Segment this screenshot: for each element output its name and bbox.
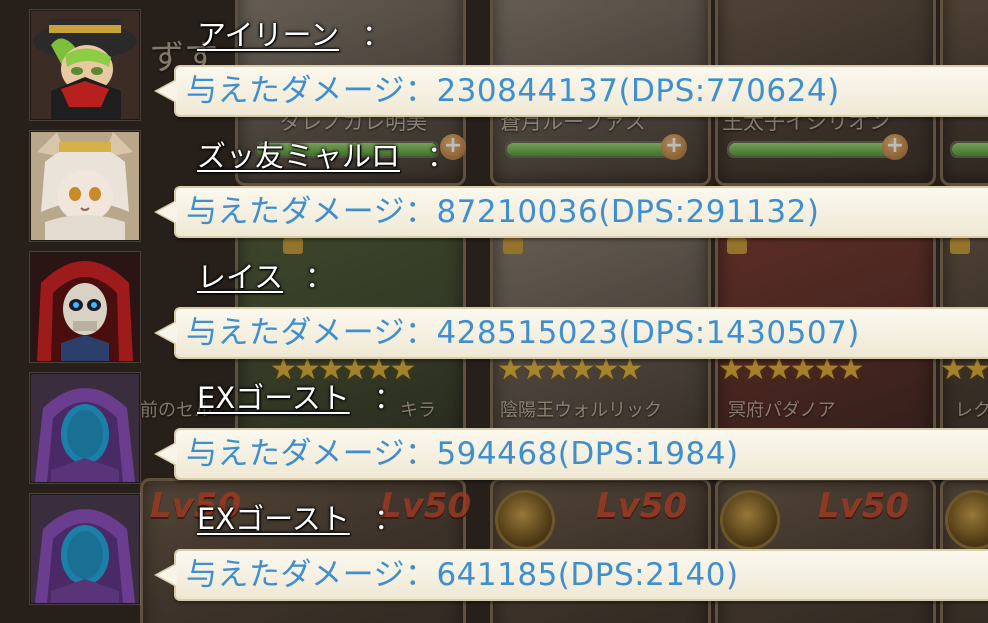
hero-name[interactable]: レイス: [197, 254, 283, 300]
damage-bubble: 与えたダメージ：87210036(DPS:291132): [154, 186, 988, 238]
name-colon: ：: [374, 381, 404, 415]
damage-text: 与えたダメージ：641185(DPS:2140): [186, 557, 739, 593]
hero-avatar-ghost-icon: [30, 373, 140, 483]
damage-text: 与えたダメージ：230844137(DPS:770624): [186, 73, 840, 109]
damage-text: 与えたダメージ：594468(DPS:1984): [186, 436, 739, 472]
damage-log-entry: アイリーン ： 与えたダメージ：230844137(DPS:770624): [0, 10, 988, 133]
hero-avatar-irene-icon: [30, 10, 140, 120]
damage-bubble: 与えたダメージ：428515023(DPS:1430507): [154, 307, 988, 359]
name-colon: ：: [374, 502, 404, 536]
damage-text: 与えたダメージ：428515023(DPS:1430507): [186, 315, 860, 351]
damage-log: アイリーン ： 与えたダメージ：230844137(DPS:770624) ズッ…: [0, 0, 988, 623]
hero-name[interactable]: EXゴースト: [197, 496, 350, 542]
damage-log-entry: EXゴースト ： 与えたダメージ：594468(DPS:1984): [0, 373, 988, 496]
damage-log-entry: ズッ友ミャルロ ： 与えたダメージ：87210036(DPS:291132): [0, 131, 988, 254]
damage-bubble: 与えたダメージ：641185(DPS:2140): [154, 549, 988, 601]
name-colon: ：: [427, 139, 457, 173]
hero-name[interactable]: ズッ友ミャルロ: [197, 133, 400, 179]
name-colon: ：: [305, 260, 335, 294]
damage-bubble: 与えたダメージ：230844137(DPS:770624): [154, 65, 988, 117]
name-colon: ：: [362, 18, 392, 52]
damage-log-entry: レイス ： 与えたダメージ：428515023(DPS:1430507): [0, 252, 988, 375]
damage-text: 与えたダメージ：87210036(DPS:291132): [186, 194, 820, 230]
damage-log-entry: EXゴースト ： 与えたダメージ：641185(DPS:2140): [0, 494, 988, 617]
hero-name[interactable]: EXゴースト: [197, 375, 350, 421]
damage-bubble: 与えたダメージ：594468(DPS:1984): [154, 428, 988, 480]
hero-avatar-ghost-icon: [30, 494, 140, 604]
hero-name[interactable]: アイリーン: [197, 12, 339, 58]
hero-avatar-wraith-icon: [30, 252, 140, 362]
hero-avatar-myarulo-icon: [30, 131, 140, 241]
